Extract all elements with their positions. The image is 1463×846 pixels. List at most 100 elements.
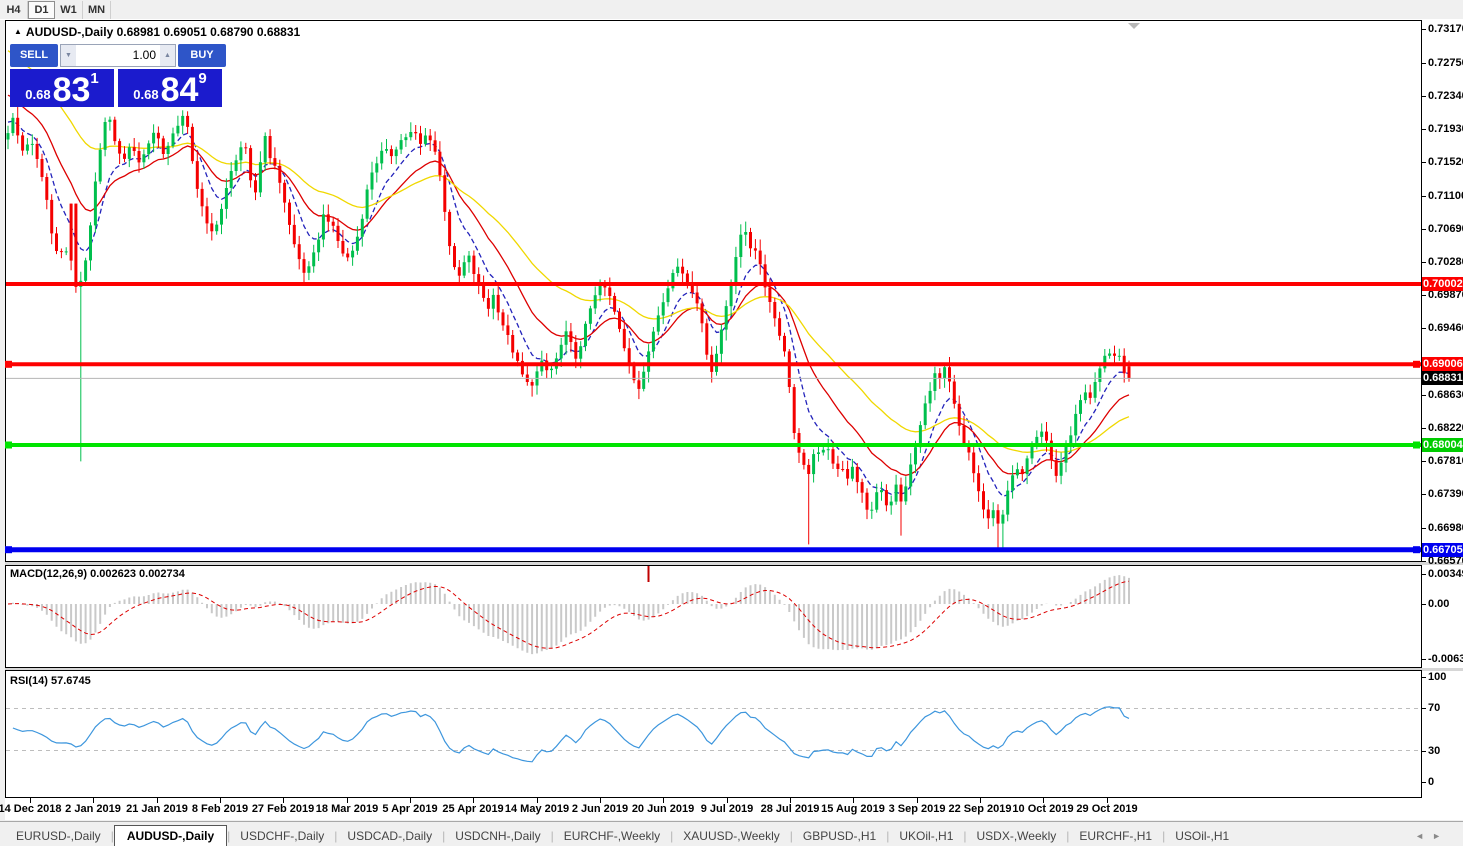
candle-body[interactable] xyxy=(1065,445,1068,463)
candle-body[interactable] xyxy=(487,298,490,309)
candle-body[interactable] xyxy=(142,154,145,162)
candle-body[interactable] xyxy=(827,449,830,450)
candle-body[interactable] xyxy=(206,206,209,223)
candle-body[interactable] xyxy=(303,259,306,273)
candle-body[interactable] xyxy=(21,135,24,150)
candle-body[interactable] xyxy=(239,147,242,160)
candle-body[interactable] xyxy=(982,491,985,509)
candle-body[interactable] xyxy=(497,295,500,313)
candle-body[interactable] xyxy=(482,285,485,298)
candle-body[interactable] xyxy=(332,222,335,226)
candle-body[interactable] xyxy=(1001,515,1004,524)
candle-body[interactable] xyxy=(167,146,170,154)
candle-body[interactable] xyxy=(1128,366,1131,378)
sell-price-box[interactable]: 0.68 83 1 xyxy=(10,69,114,107)
candle-body[interactable] xyxy=(400,140,403,149)
candle-body[interactable] xyxy=(783,336,786,352)
chart-tab-usoil-h1[interactable]: USOil-,H1 xyxy=(1165,826,1239,846)
candle-body[interactable] xyxy=(550,369,553,370)
chart-tab-usdcad-daily[interactable]: USDCAD-,Daily xyxy=(337,826,442,846)
candle-body[interactable] xyxy=(890,502,893,506)
candle-body[interactable] xyxy=(176,126,179,134)
candle-body[interactable] xyxy=(647,351,650,371)
line-handle[interactable] xyxy=(5,546,12,553)
candle-body[interactable] xyxy=(36,144,39,159)
candle-body[interactable] xyxy=(458,267,461,276)
candle-body[interactable] xyxy=(327,214,330,221)
panel-separator[interactable] xyxy=(5,562,1463,565)
candle-body[interactable] xyxy=(104,122,107,150)
candle-body[interactable] xyxy=(1006,491,1009,515)
candle-body[interactable] xyxy=(943,367,946,378)
candle-body[interactable] xyxy=(933,373,936,391)
candle-body[interactable] xyxy=(16,118,19,136)
candle-body[interactable] xyxy=(958,404,961,426)
candle-body[interactable] xyxy=(65,251,68,252)
candle-body[interactable] xyxy=(720,330,723,354)
candle-body[interactable] xyxy=(249,148,252,180)
candle-body[interactable] xyxy=(278,166,281,183)
candle-body[interactable] xyxy=(657,315,660,331)
candle-body[interactable] xyxy=(584,324,587,346)
candle-body[interactable] xyxy=(254,180,257,192)
candle-body[interactable] xyxy=(739,235,742,257)
candle-body[interactable] xyxy=(1055,460,1058,476)
candle-body[interactable] xyxy=(768,287,771,302)
buy-button[interactable]: BUY xyxy=(178,44,226,67)
candle-body[interactable] xyxy=(186,116,189,127)
candle-body[interactable] xyxy=(322,214,325,239)
chart-tab-eurchf-h1[interactable]: EURCHF-,H1 xyxy=(1069,826,1162,846)
candle-body[interactable] xyxy=(50,200,53,234)
candle-body[interactable] xyxy=(754,248,757,250)
rsi-line[interactable] xyxy=(13,707,1129,762)
candle-body[interactable] xyxy=(390,149,393,156)
candle-body[interactable] xyxy=(123,154,126,159)
line-handle[interactable] xyxy=(1413,546,1420,553)
candle-body[interactable] xyxy=(273,158,276,166)
candle-body[interactable] xyxy=(307,266,310,273)
candle-body[interactable] xyxy=(725,306,728,330)
candle-body[interactable] xyxy=(1040,432,1043,437)
candle-body[interactable] xyxy=(84,260,87,280)
candle-body[interactable] xyxy=(152,133,155,144)
candle-body[interactable] xyxy=(788,351,791,387)
candle-body[interactable] xyxy=(861,482,864,493)
candle-body[interactable] xyxy=(283,183,286,203)
candle-body[interactable] xyxy=(531,382,534,386)
chart-tab-audusd-daily[interactable]: AUDUSD-,Daily xyxy=(114,825,227,846)
chart-tab-eurusd-daily[interactable]: EURUSD-,Daily xyxy=(6,826,111,846)
candle-body[interactable] xyxy=(366,190,369,219)
candle-body[interactable] xyxy=(414,132,417,133)
candle-body[interactable] xyxy=(963,426,966,444)
chart-tab-ukoil-h1[interactable]: UKOil-,H1 xyxy=(889,826,963,846)
candle-body[interactable] xyxy=(880,490,883,492)
candle-body[interactable] xyxy=(220,209,223,225)
buy-price-box[interactable]: 0.68 84 9 xyxy=(118,69,222,107)
candle-body[interactable] xyxy=(371,173,374,190)
candle-body[interactable] xyxy=(1098,368,1101,382)
candle-body[interactable] xyxy=(1045,432,1048,441)
candle-body[interactable] xyxy=(671,273,674,288)
candle-body[interactable] xyxy=(667,288,670,302)
candle-body[interactable] xyxy=(118,141,121,154)
candle-body[interactable] xyxy=(681,267,684,274)
candle-body[interactable] xyxy=(60,251,63,252)
sell-button[interactable]: SELL xyxy=(10,44,58,67)
candle-body[interactable] xyxy=(1031,447,1034,459)
candle-body[interactable] xyxy=(181,116,184,126)
candle-body[interactable] xyxy=(662,302,665,315)
candle-body[interactable] xyxy=(569,331,572,342)
line-handle[interactable] xyxy=(1413,361,1420,368)
candle-body[interactable] xyxy=(574,342,577,359)
candle-body[interactable] xyxy=(506,325,509,335)
candle-body[interactable] xyxy=(589,308,592,323)
candle-body[interactable] xyxy=(836,464,839,469)
candle-body[interactable] xyxy=(11,118,14,133)
candle-body[interactable] xyxy=(341,241,344,254)
candle-body[interactable] xyxy=(70,204,73,261)
candle-body[interactable] xyxy=(1021,469,1024,474)
candle-body[interactable] xyxy=(380,151,383,164)
candle-body[interactable] xyxy=(608,288,611,297)
line-handle[interactable] xyxy=(5,442,12,449)
candle-body[interactable] xyxy=(1026,458,1029,474)
